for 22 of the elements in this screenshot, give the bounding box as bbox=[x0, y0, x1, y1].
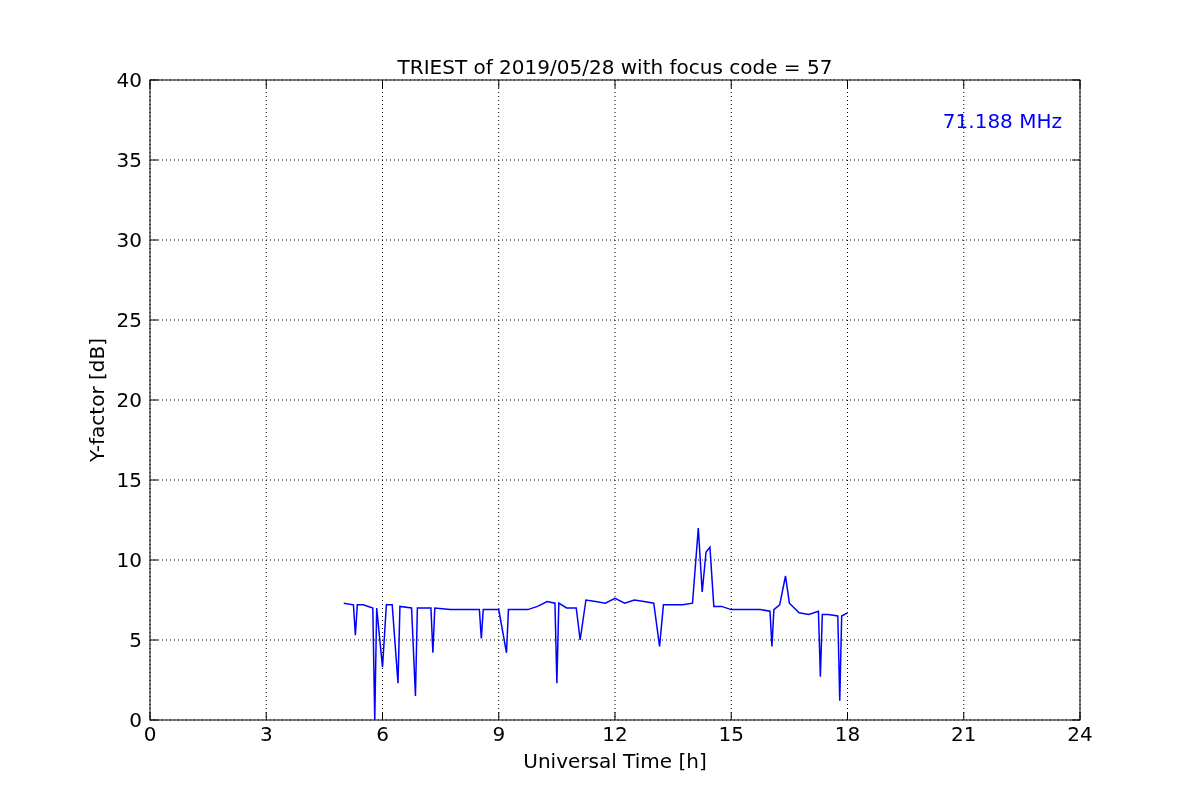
y-tick-label: 0 bbox=[129, 708, 142, 732]
x-axis-label: Universal Time [h] bbox=[523, 749, 707, 773]
y-tick-label: 5 bbox=[129, 628, 142, 652]
y-tick-label: 35 bbox=[116, 148, 142, 172]
x-tick-label: 12 bbox=[602, 722, 628, 746]
x-tick-label: 18 bbox=[834, 722, 861, 746]
x-tick-label: 6 bbox=[376, 722, 389, 746]
frequency-annotation: 71.188 MHz bbox=[942, 109, 1062, 133]
chart-title: TRIEST of 2019/05/28 with focus code = 57 bbox=[397, 55, 833, 79]
x-tick-label: 21 bbox=[951, 722, 977, 746]
y-tick-label: 25 bbox=[116, 308, 142, 332]
y-tick-label: 30 bbox=[116, 228, 142, 252]
y-tick-label: 40 bbox=[116, 68, 142, 92]
x-tick-label: 24 bbox=[1067, 722, 1093, 746]
y-tick-label: 10 bbox=[116, 548, 142, 572]
x-tick-label: 9 bbox=[492, 722, 506, 746]
x-tick-label: 0 bbox=[143, 722, 157, 746]
x-tick-label: 15 bbox=[718, 722, 744, 746]
y-tick-label: 15 bbox=[116, 468, 142, 492]
x-tick-label: 3 bbox=[259, 722, 273, 746]
y-axis-label: Y-factor [dB] bbox=[85, 338, 109, 462]
y-tick-label: 20 bbox=[116, 388, 142, 412]
